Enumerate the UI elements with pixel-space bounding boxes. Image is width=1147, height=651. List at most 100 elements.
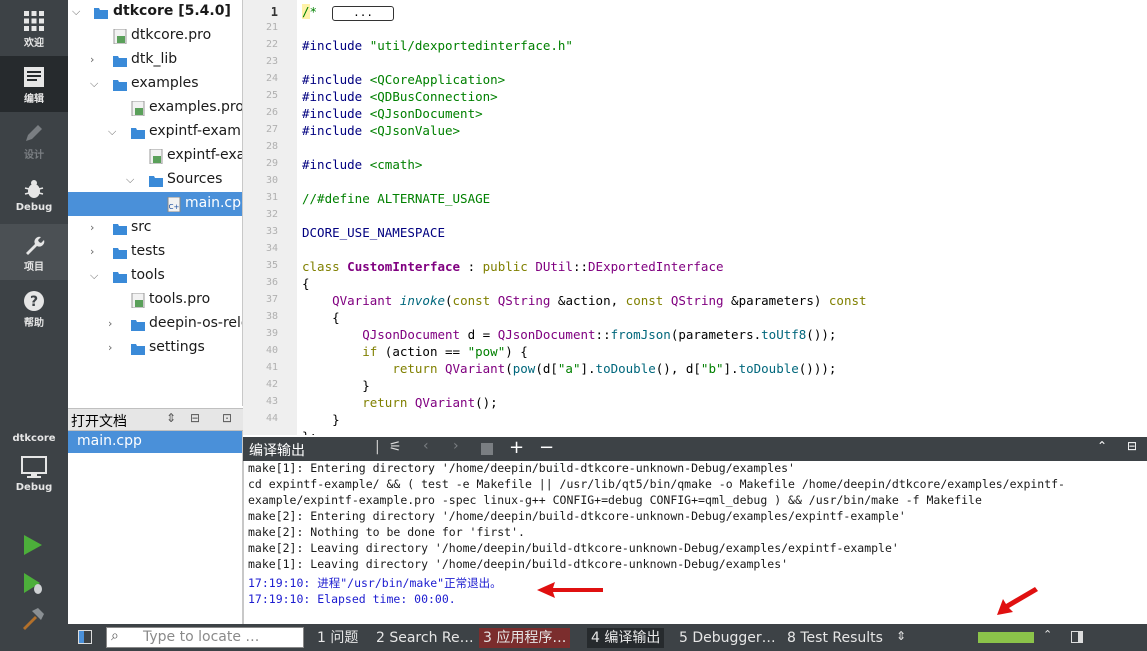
tree-item-label: examples [131,75,199,91]
line-number: 30 [265,175,278,186]
stop-icon[interactable] [481,443,493,455]
open-document-item[interactable]: main.cpp [68,431,242,453]
toggle-right-sidebar-icon[interactable] [1071,631,1083,643]
mode-label: Debug [15,202,53,213]
tree-item-label: src [131,219,152,235]
tab-search-results[interactable]: 2 Search Re… [372,628,478,648]
line-number: 39 [265,328,278,339]
tree-item-dtkcore[interactable]: ⌵ dtkcore [5.4.0] [68,0,242,24]
line-number: 38 [265,311,278,322]
tree-item-main-cpp[interactable]: C+ main.cpp [68,192,242,216]
prev-icon[interactable]: ‹ [423,438,429,454]
run-button[interactable] [20,532,46,558]
mode-welcome[interactable]: 欢迎 [0,0,68,56]
tree-item-expintf-example-pro[interactable]: expintf-example.pro [68,144,242,168]
code-editor[interactable]: 1 21 22 23 24 25 26 27 28 29 30 31 32 33… [243,0,1147,435]
mode-help[interactable]: ? 帮助 [0,280,68,336]
line-number: 24 [265,73,278,84]
locator-input[interactable]: ⌕ Type to locate … [106,627,304,648]
next-icon[interactable]: › [453,438,459,454]
chevron-right-icon: › [90,221,95,234]
folder-icon [131,128,145,139]
tree-item-label: expintf-example [149,123,242,139]
tree-item-tests[interactable]: › tests [68,240,242,264]
mode-projects[interactable]: 项目 [0,224,68,280]
tab-compile-output[interactable]: 4 编译输出 [587,628,665,648]
mode-label: 帮助 [24,318,44,329]
line-number: 21 [265,22,278,33]
compile-output-header: 编译输出 | ⚟ ‹ › + − ⌃ ⊟ [243,437,1147,461]
chevron-up-icon[interactable]: ⌃ [1043,628,1052,641]
tree-item-label: dtkcore [5.4.0] [113,3,231,19]
more-tabs-icon[interactable]: ⇕ [896,629,906,643]
line-number: 37 [265,294,278,305]
locator-placeholder: Type to locate … [143,629,260,645]
code-line: return QVariant(pow(d["a"].toDouble(), d… [392,361,837,376]
mode-design[interactable]: 设计 [0,112,68,168]
tree-item-tools[interactable]: ⌵ tools [68,264,242,288]
chevron-down-icon: ⌵ [126,173,135,186]
debug-play-icon [24,573,42,594]
tree-item-tools-pro[interactable]: tools.pro [68,288,242,312]
line-number-gutter: 1 21 22 23 24 25 26 27 28 29 30 31 32 33… [243,0,297,435]
toggle-sidebar-icon[interactable] [78,630,92,644]
tab-debugger[interactable]: 5 Debugger… [675,628,780,648]
output-line: make[2]: Nothing to be done for 'first'. [248,525,525,539]
tree-item-examples[interactable]: ⌵ examples [68,72,242,96]
folder-icon [113,80,127,91]
open-documents-list: main.cpp [68,431,243,624]
folder-icon [113,56,127,67]
tab-issues[interactable]: 1 问题 [313,628,362,648]
fold-placeholder[interactable]: ... [332,6,394,21]
zoom-out-icon[interactable]: − [539,437,554,458]
tree-item-label: tests [131,243,166,259]
code-line: { [302,310,340,325]
cpp-file-icon: C+ [167,197,181,212]
tree-item-dtkcore-pro[interactable]: dtkcore.pro [68,24,242,48]
close-pane-icon[interactable]: ⊟ [1127,439,1137,453]
build-button[interactable] [20,606,46,632]
monitor-icon [21,456,47,478]
split-icon[interactable]: ⊟ [190,411,200,425]
kit-project-label: dtkcore [12,433,56,444]
output-line: make[2]: Leaving directory '/home/deepin… [248,541,899,555]
tree-item-src[interactable]: › src [68,216,242,240]
maximize-pane-icon[interactable]: ⌃ [1097,439,1107,453]
build-progress-bar[interactable] [978,632,1034,643]
code-line: #include <QJsonDocument> [302,106,483,121]
sort-icon[interactable]: ⇕ [166,411,176,425]
tree-item-deepin-os-release[interactable]: › deepin-os-release [68,312,242,336]
zoom-in-icon[interactable]: + [509,437,524,458]
tree-item-dtk-lib[interactable]: › dtk_lib [68,48,242,72]
code-line: #include <QJsonValue> [302,123,461,138]
line-number: 28 [265,141,278,152]
tree-item-sources[interactable]: ⌵ Sources [68,168,242,192]
mode-edit[interactable]: 编辑 [0,56,68,112]
output-line: make[1]: Entering directory '/home/deepi… [248,461,795,475]
line-number: 25 [265,90,278,101]
tree-item-label: expintf-example.pro [167,147,242,163]
line-number: 26 [265,107,278,118]
close-pane-icon[interactable]: ⊡ [222,411,232,425]
tab-application-output[interactable]: 3 应用程序… [479,628,571,648]
chevron-down-icon: ⌵ [108,125,117,138]
mode-debug[interactable]: Debug [0,168,68,224]
line-number: 42 [265,379,278,390]
output-line: 17:19:10: Elapsed time: 00:00. [248,592,456,606]
code-line: { [302,276,310,291]
filter-icon[interactable]: ⚟ [389,439,402,455]
kit-config-label: Debug [15,482,53,493]
code-line: QJsonDocument d = QJsonDocument::fromJso… [362,327,837,342]
tree-item-examples-pro[interactable]: examples.pro [68,96,243,120]
tab-test-results[interactable]: 8 Test Results [783,628,887,648]
tree-item-settings[interactable]: › settings [68,336,242,360]
tree-item-label: Sources [167,171,223,187]
kit-selector[interactable]: Debug [0,450,68,510]
document-icon [24,67,44,87]
folder-icon [113,224,127,235]
grid-icon [24,11,44,31]
debug-run-button[interactable] [20,570,46,596]
tree-item-expintf-example[interactable]: ⌵ expintf-example [68,120,242,144]
chevron-right-icon: › [90,53,95,66]
tree-item-label: examples.pro [149,99,243,115]
